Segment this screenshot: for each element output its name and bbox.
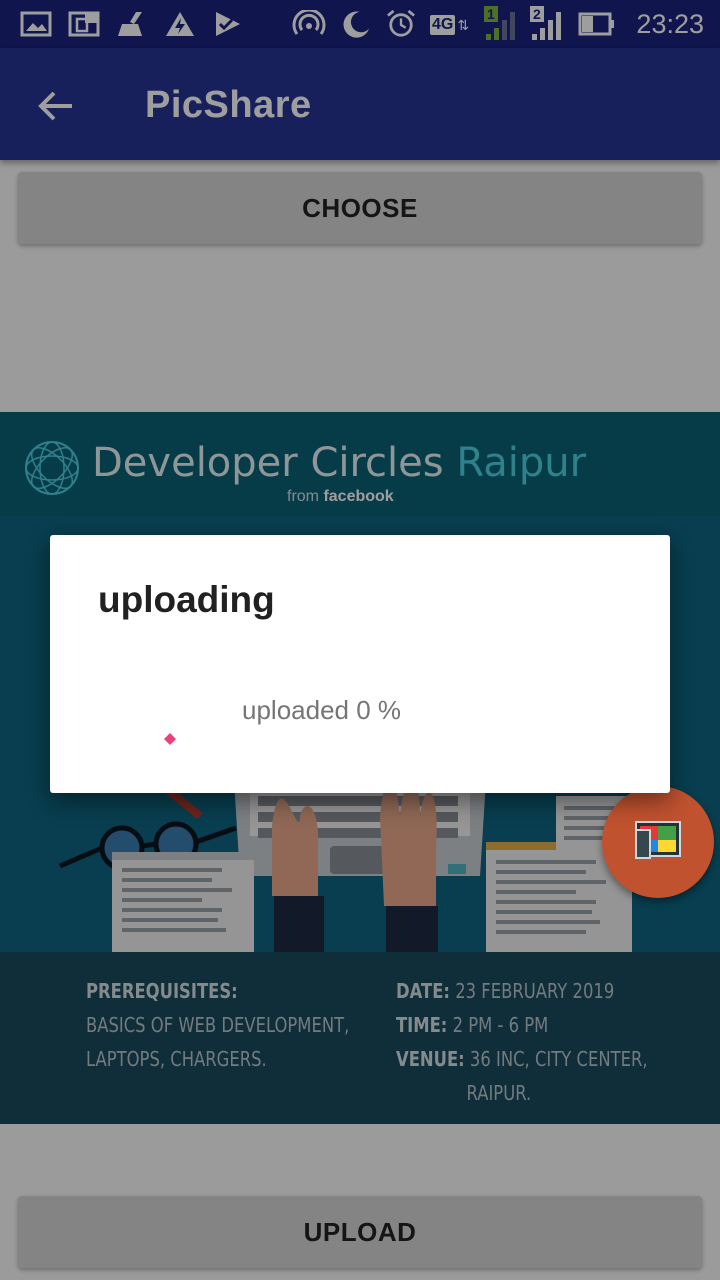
upload-progress-dialog: uploading uploaded 0 % xyxy=(50,535,670,793)
progress-spinner-icon xyxy=(164,733,176,745)
dialog-progress-message: uploaded 0 % xyxy=(242,695,402,725)
image-gallery-icon xyxy=(635,821,681,859)
floating-gallery-button[interactable] xyxy=(602,786,714,898)
dialog-title: uploading xyxy=(98,579,275,620)
